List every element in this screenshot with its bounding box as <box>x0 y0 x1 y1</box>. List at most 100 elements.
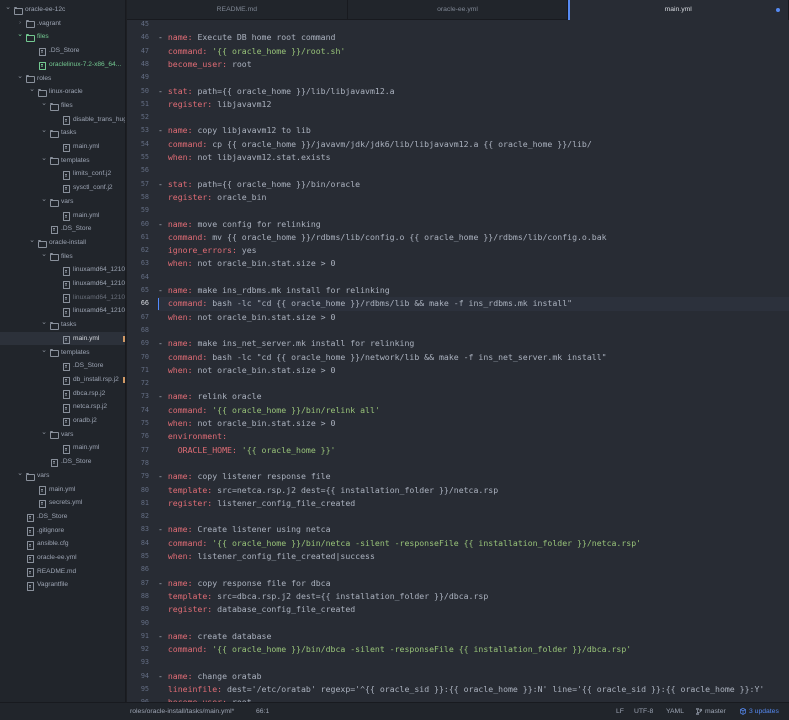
code-line[interactable]: lineinfile: dest='/etc/oratab' regexp='^… <box>158 683 789 696</box>
code-line[interactable] <box>158 71 789 84</box>
tree-file[interactable]: oradb.j2 <box>0 414 125 428</box>
code-line[interactable]: - stat: path={{ oracle_home }}/bin/oracl… <box>158 178 789 191</box>
tree-file[interactable]: .DS_Store <box>0 510 125 524</box>
code-line[interactable] <box>158 271 789 284</box>
code-line[interactable]: environment: <box>158 430 789 443</box>
code-line[interactable]: - name: copy listener response file <box>158 470 789 483</box>
chevron-down-icon[interactable]: ⌄ <box>28 85 36 97</box>
code-line[interactable] <box>158 111 789 124</box>
tree-file[interactable]: oracle-ee.yml <box>0 551 125 565</box>
tree-file[interactable]: .DS_Store <box>0 222 125 236</box>
code-line[interactable]: when: not oracle_bin.stat.size > 0 <box>158 364 789 377</box>
tree-folder[interactable]: ⌄ tasks <box>0 318 125 332</box>
chevron-down-icon[interactable]: ⌄ <box>40 428 48 440</box>
code-line[interactable]: ignore_errors: yes <box>158 244 789 257</box>
code-line[interactable]: - name: relink oracle <box>158 390 789 403</box>
tree-file[interactable]: oraclelinux-7.2-x86_64... <box>0 58 125 72</box>
tree-folder[interactable]: ⌄ vars <box>0 428 125 442</box>
tree-folder[interactable]: ⌄ templates <box>0 346 125 360</box>
code-line[interactable]: - name: copy libjavavm12 to lib <box>158 124 789 137</box>
tree-folder[interactable]: ⌄ roles <box>0 72 125 86</box>
code-line[interactable]: command: '{{ oracle_home }}/bin/netca -s… <box>158 537 789 550</box>
tree-file[interactable]: linuxamd64_1210... <box>0 291 125 305</box>
status-encoding[interactable]: UTF-8 <box>634 703 653 720</box>
tree-file[interactable]: dbca.rsp.j2 <box>0 387 125 401</box>
code-line[interactable]: register: oracle_bin <box>158 191 789 204</box>
tree-file[interactable]: linuxamd64_1210... <box>0 304 125 318</box>
tree-file[interactable]: main.yml <box>0 483 125 497</box>
code-line[interactable]: command: bash -lc "cd {{ oracle_home }}/… <box>158 351 789 364</box>
tree-folder[interactable]: ⌄ vars <box>0 469 125 483</box>
status-line-ending[interactable]: LF <box>616 703 624 720</box>
code-line[interactable] <box>158 324 789 337</box>
code-line[interactable]: command: '{{ oracle_home }}/bin/dbca -si… <box>158 643 789 656</box>
chevron-down-icon[interactable]: ⌄ <box>40 154 48 166</box>
tree-file[interactable]: limits_conf.j2 <box>0 167 125 181</box>
code-line[interactable]: when: not oracle_bin.stat.size > 0 <box>158 417 789 430</box>
code-line[interactable]: command: '{{ oracle_home }}/root.sh' <box>158 45 789 58</box>
chevron-down-icon[interactable]: ⌄ <box>40 126 48 138</box>
chevron-down-icon[interactable]: ⌄ <box>40 195 48 207</box>
tree-folder[interactable]: ⌄ templates <box>0 154 125 168</box>
tree-file[interactable]: .DS_Store <box>0 44 125 58</box>
code-line[interactable] <box>158 20 789 31</box>
code-line[interactable] <box>158 204 789 217</box>
code-line[interactable]: ORACLE_HOME: '{{ oracle_home }}' <box>158 444 789 457</box>
code-editor[interactable]: 45 46 47 48 49 50 51 52 53 54 55 56 57 58 59 60 61 62 63 64… <box>127 20 789 702</box>
tree-file[interactable]: secrets.yml <box>0 496 125 510</box>
code-line[interactable] <box>158 656 789 669</box>
chevron-down-icon[interactable]: ⌄ <box>40 346 48 358</box>
chevron-down-icon[interactable]: ⌄ <box>40 99 48 111</box>
code-line[interactable]: template: src=dbca.rsp.j2 dest={{ instal… <box>158 590 789 603</box>
tree-file[interactable]: .DS_Store <box>0 359 125 373</box>
code-line[interactable]: - name: move config for relinking <box>158 218 789 231</box>
tree-file[interactable]: linuxamd64_1210... <box>0 277 125 291</box>
status-file-path[interactable]: roles/oracle-install/tasks/main.yml* <box>130 703 234 720</box>
code-line[interactable]: - name: copy response file for dbca <box>158 577 789 590</box>
code-line[interactable]: when: listener_config_file_created|succe… <box>158 550 789 563</box>
chevron-down-icon[interactable]: ⌄ <box>28 236 36 248</box>
tree-file[interactable]: sysctl_conf.j2 <box>0 181 125 195</box>
tree-file[interactable]: ansible.cfg <box>0 537 125 551</box>
code-line[interactable]: register: listener_config_file_created <box>158 497 789 510</box>
tree-folder[interactable]: ⌄ tasks <box>0 126 125 140</box>
code-line[interactable]: - name: change oratab <box>158 670 789 683</box>
code-line[interactable]: command: mv {{ oracle_home }}/rdbms/lib/… <box>158 231 789 244</box>
status-git-branch[interactable]: master <box>705 703 726 720</box>
tree-file[interactable]: main.yml <box>0 331 125 346</box>
status-cursor-position[interactable]: 66:1 <box>256 703 269 720</box>
tree-folder[interactable]: ⌄ files <box>0 99 125 113</box>
tree-folder[interactable]: ⌄ files <box>0 30 125 44</box>
tree-file[interactable]: main.yml <box>0 441 125 455</box>
code-line[interactable]: when: not oracle_bin.stat.size > 0 <box>158 311 789 324</box>
tree-file[interactable]: main.yml <box>0 140 125 154</box>
code-line[interactable]: register: libjavavm12 <box>158 98 789 111</box>
tree-file[interactable]: linuxamd64_1210... <box>0 263 125 277</box>
code-line[interactable]: - name: Execute DB home root command <box>158 31 789 44</box>
tree-file[interactable]: db_install.rsp.j2 <box>0 373 125 387</box>
chevron-down-icon[interactable]: ⌄ <box>40 250 48 262</box>
editor-tab[interactable]: main.yml <box>568 0 789 20</box>
code-line[interactable]: - name: make ins_rdbms.mk install for re… <box>158 284 789 297</box>
code-line[interactable] <box>158 617 789 630</box>
tree-file[interactable]: .gitignore <box>0 524 125 538</box>
code-line[interactable]: - name: make ins_net_server.mk install f… <box>158 337 789 350</box>
code-line[interactable]: when: not libjavavm12.stat.exists <box>158 151 789 164</box>
code-line[interactable] <box>158 457 789 470</box>
code-line[interactable]: - name: create database <box>158 630 789 643</box>
tree-folder[interactable]: ⌄ files <box>0 250 125 264</box>
tree-file[interactable]: disable_trans_hug... <box>0 113 125 127</box>
tree-file[interactable]: netca.rsp.j2 <box>0 400 125 414</box>
chevron-right-icon[interactable]: › <box>16 17 24 31</box>
chevron-down-icon[interactable]: ⌄ <box>16 72 24 84</box>
chevron-down-icon[interactable]: ⌄ <box>40 318 48 330</box>
code-line[interactable] <box>158 164 789 177</box>
code-line[interactable]: template: src=netca.rsp.j2 dest={{ insta… <box>158 484 789 497</box>
tree-file[interactable]: .DS_Store <box>0 455 125 469</box>
chevron-down-icon[interactable]: ⌄ <box>16 469 24 481</box>
code-line[interactable] <box>158 377 789 390</box>
status-updates[interactable]: 3 updates <box>749 703 779 720</box>
code-line[interactable]: become_user: root <box>158 58 789 71</box>
editor-tab[interactable]: oracle-ee.yml <box>348 0 569 20</box>
code-line[interactable] <box>158 510 789 523</box>
